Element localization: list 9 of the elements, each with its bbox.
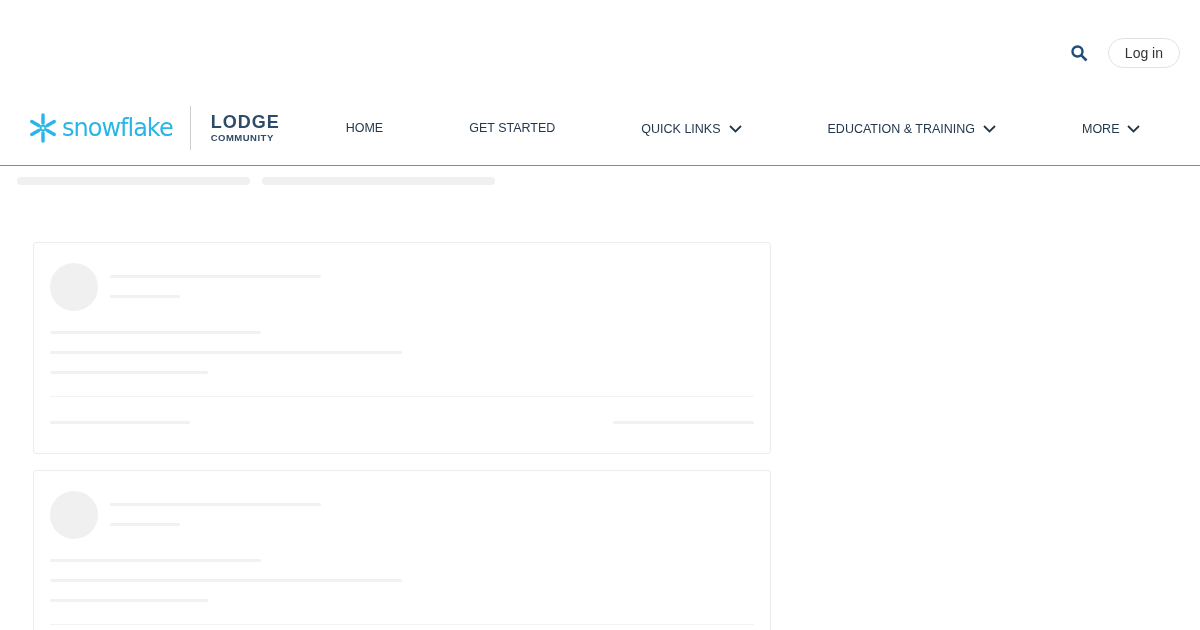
logo-title: LODGE <box>210 112 280 132</box>
nav-link[interactable]: QUICK LINKS <box>641 122 742 136</box>
nav-link[interactable]: GET STARTED <box>469 119 556 136</box>
logo-subtitle: COMMUNITY <box>210 132 275 143</box>
nav-link[interactable]: MORE <box>1082 122 1141 136</box>
nav-link[interactable]: HOME <box>345 119 384 136</box>
login-button[interactable]: Log in <box>1107 38 1180 68</box>
logo-wordmark: snowflake <box>62 113 173 142</box>
nav-link[interactable]: EDUCATION & TRAINING <box>827 122 996 136</box>
